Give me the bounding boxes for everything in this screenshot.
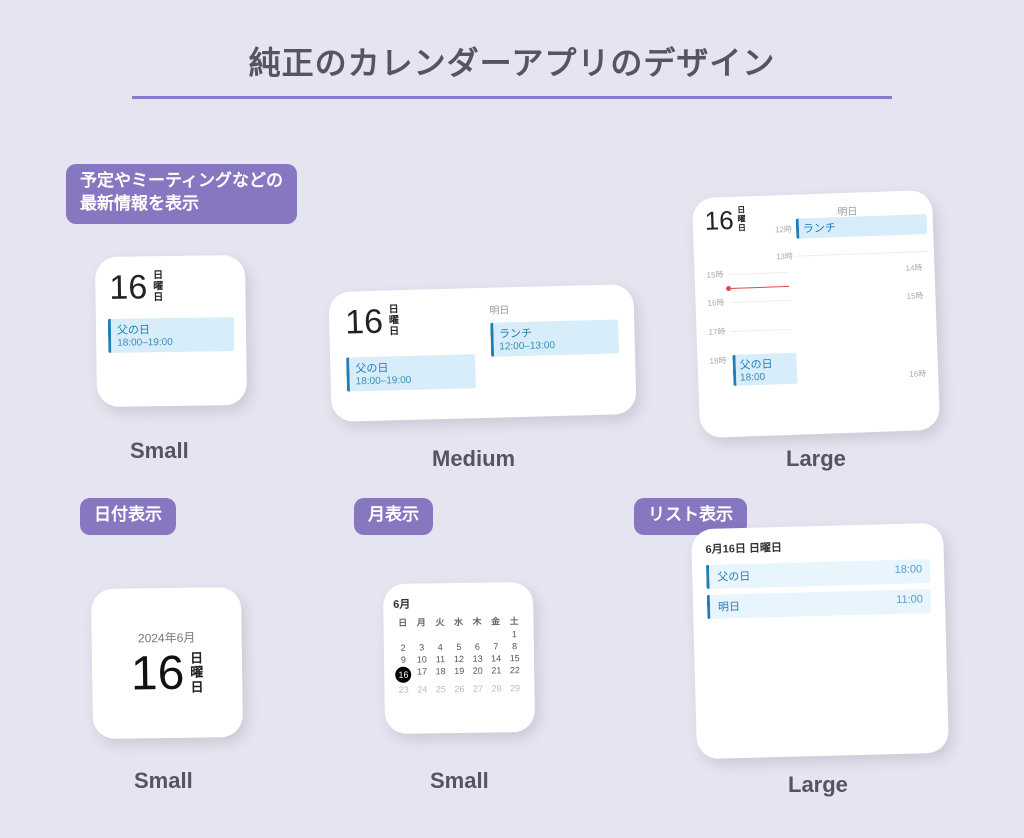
size-label-large-2: Large <box>788 772 848 798</box>
month-dow-header: 日月火水木金土 <box>393 614 523 629</box>
page-title: 純正のカレンダーアプリのデザイン <box>0 38 1024 84</box>
hour-15: 15時 <box>706 270 723 282</box>
day-name: 日曜日 <box>389 304 400 337</box>
tomorrow-label: 明日 <box>489 298 618 316</box>
size-label-large-1: Large <box>786 446 846 472</box>
event-fathersday: 父の日 18:00 <box>732 353 797 386</box>
day-name: 日曜日 <box>190 652 204 695</box>
badge-month: 月表示 <box>354 498 433 535</box>
event-fathersday: 父の日 18:00–19:00 <box>108 317 234 353</box>
hour-16: 16時 <box>707 298 724 310</box>
widget-upnext-small[interactable]: 16 日曜日 父の日 18:00–19:00 <box>95 255 247 407</box>
day-number: 16 <box>704 207 734 234</box>
day-number: 16 <box>109 270 147 305</box>
event-fathersday: 父の日 18:00–19:00 <box>346 354 475 391</box>
widget-upnext-large[interactable]: 16 日曜日 明日 12時 ランチ 13時 15時 <box>692 190 940 438</box>
list-header: 6月16日 日曜日 <box>705 535 929 557</box>
badge-upnext: 予定やミーティングなどの 最新情報を表示 <box>66 164 297 224</box>
hour-14: 14時 <box>905 263 922 275</box>
hour-13: 13時 <box>776 251 793 263</box>
day-name: 日曜日 <box>737 206 746 233</box>
title-underline <box>132 96 892 99</box>
event-lunch: ランチ <box>796 214 928 239</box>
today-marker: 16 <box>395 667 411 683</box>
event-lunch: ランチ 12:00–13:00 <box>490 319 619 356</box>
day-name: 日曜日 <box>153 270 163 303</box>
widget-month-small[interactable]: 6月 日月火水木金土 1 2345678 9101112131415 16171… <box>383 582 535 734</box>
month-label: 6月 <box>393 594 523 612</box>
widget-list-large[interactable]: 6月16日 日曜日 父の日18:00 明日11:00 <box>691 523 949 760</box>
badge-date: 日付表示 <box>80 498 176 535</box>
month-grid: 1 2345678 9101112131415 16171819202122 2… <box>394 629 525 695</box>
size-label-medium: Medium <box>432 446 515 472</box>
hour-15b: 15時 <box>906 291 923 303</box>
day-number: 16 <box>345 305 384 340</box>
now-indicator <box>729 286 789 289</box>
month-year: 2024年6月 <box>130 628 203 646</box>
size-label-small-1: Small <box>130 438 189 464</box>
hour-17: 17時 <box>708 327 725 339</box>
widget-date-small[interactable]: 2024年6月 16 日曜日 <box>91 587 243 739</box>
day-number: 16 <box>131 649 185 698</box>
size-label-small-2: Small <box>134 768 193 794</box>
widget-upnext-medium[interactable]: 16 日曜日 父の日 18:00–19:00 明日 ランチ 12:00–13:0… <box>328 284 636 422</box>
hour-18: 18時 <box>709 356 726 368</box>
list-event-tomorrow: 明日11:00 <box>707 589 932 619</box>
hour-16b: 16時 <box>909 369 926 381</box>
hour-12: 12時 <box>775 223 792 235</box>
size-label-small-3: Small <box>430 768 489 794</box>
list-event-fathersday: 父の日18:00 <box>706 559 931 589</box>
